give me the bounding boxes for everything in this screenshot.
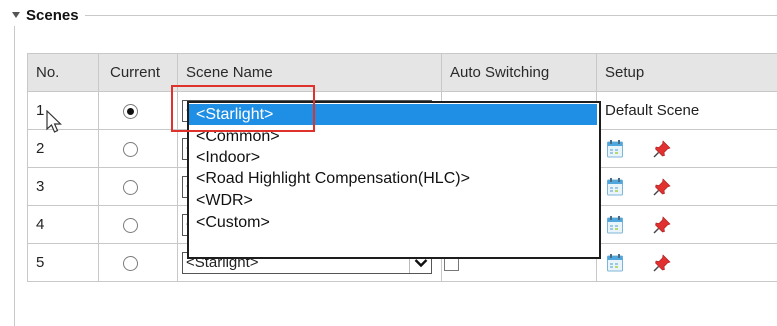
setup-label: Default Scene <box>605 102 700 119</box>
calendar-icon[interactable] <box>607 253 623 272</box>
pin-icon[interactable] <box>653 139 671 158</box>
setup-cell <box>596 167 777 206</box>
pin-icon[interactable] <box>653 253 671 272</box>
current-cell <box>98 167 178 206</box>
mouse-cursor-icon <box>46 110 62 133</box>
panel-title: Scenes <box>26 6 79 24</box>
scenes-panel: Scenes No. Current Scene Name Auto Switc… <box>0 0 777 326</box>
dropdown-option[interactable]: <Custom> <box>189 212 597 233</box>
current-radio[interactable] <box>123 217 138 233</box>
current-radio[interactable] <box>123 141 138 157</box>
header-current: Current <box>98 53 178 92</box>
setup-cell <box>596 205 777 244</box>
calendar-icon[interactable] <box>607 177 623 196</box>
current-cell <box>98 243 178 282</box>
dropdown-option[interactable]: <Starlight> <box>189 104 597 125</box>
scene-dropdown-list[interactable]: <Starlight> <Common> <Indoor> <Road Highlig… <box>187 101 601 259</box>
panel-border-top <box>14 15 777 16</box>
current-radio[interactable] <box>123 255 138 271</box>
header-scene-name: Scene Name <box>177 53 442 92</box>
header-auto-switching: Auto Switching <box>441 53 597 92</box>
dropdown-option[interactable]: <Indoor> <box>189 147 597 168</box>
pin-icon[interactable] <box>653 215 671 234</box>
row-number: 2 <box>27 129 99 168</box>
header-no: No. <box>27 53 99 92</box>
calendar-icon[interactable] <box>607 215 623 234</box>
current-cell <box>98 205 178 244</box>
setup-cell <box>596 243 777 282</box>
row-number: 5 <box>27 243 99 282</box>
collapse-triangle-icon[interactable] <box>12 12 20 18</box>
dropdown-option[interactable]: <Common> <box>189 126 597 147</box>
dropdown-option[interactable]: <WDR> <box>189 190 597 211</box>
setup-cell <box>596 129 777 168</box>
current-radio[interactable] <box>123 103 138 119</box>
pin-icon[interactable] <box>653 177 671 196</box>
current-cell <box>98 91 178 130</box>
calendar-icon[interactable] <box>607 139 623 158</box>
row-number: 4 <box>27 205 99 244</box>
row-number: 3 <box>27 167 99 206</box>
current-radio[interactable] <box>123 179 138 195</box>
current-cell <box>98 129 178 168</box>
panel-legend[interactable]: Scenes <box>10 4 85 26</box>
table-header-row: No. Current Scene Name Auto Switching Se… <box>27 53 777 92</box>
setup-cell: Default Scene <box>596 91 777 130</box>
dropdown-option[interactable]: <Road Highlight Compensation(HLC)> <box>189 168 597 189</box>
panel-border-left <box>14 15 15 326</box>
header-setup: Setup <box>596 53 777 92</box>
